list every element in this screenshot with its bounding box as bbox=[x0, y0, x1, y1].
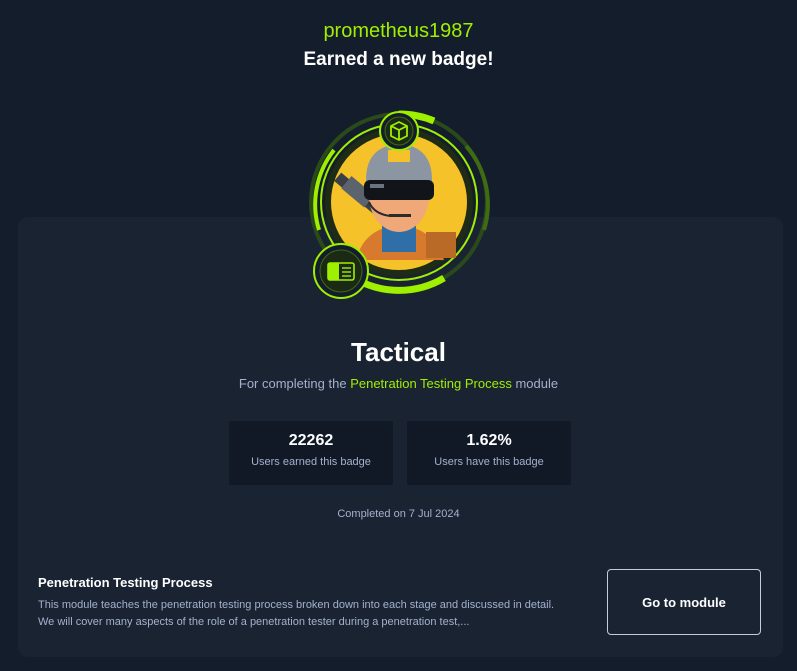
headline: Earned a new badge! bbox=[303, 49, 494, 70]
module-description: This module teaches the penetration test… bbox=[38, 599, 555, 628]
subtitle-suffix: module bbox=[515, 376, 559, 391]
badge-name: Tactical bbox=[351, 337, 446, 367]
stat-users-earned: 22262 Users earned this badge bbox=[229, 421, 393, 485]
badge-emblem bbox=[309, 110, 490, 299]
module-title: Penetration Testing Process bbox=[38, 575, 213, 590]
stat-value: 1.62% bbox=[466, 432, 512, 449]
stat-value: 22262 bbox=[288, 432, 334, 449]
go-to-module-button[interactable]: Go to module bbox=[607, 569, 761, 635]
subtitle-prefix: For completing the bbox=[238, 376, 347, 391]
subtitle-module-name: Penetration Testing Process bbox=[350, 376, 512, 391]
cube-icon bbox=[379, 111, 419, 151]
stat-label: Users have this badge bbox=[434, 456, 544, 468]
username: prometheus1987 bbox=[323, 20, 474, 42]
badge-subtitle: For completing the Penetration Testing P… bbox=[0, 376, 797, 391]
stat-users-have: 1.62% Users have this badge bbox=[407, 421, 571, 485]
stat-label: Users earned this badge bbox=[251, 456, 371, 468]
module-card-icon bbox=[313, 243, 369, 299]
completed-date: Completed on 7 Jul 2024 bbox=[337, 508, 460, 520]
